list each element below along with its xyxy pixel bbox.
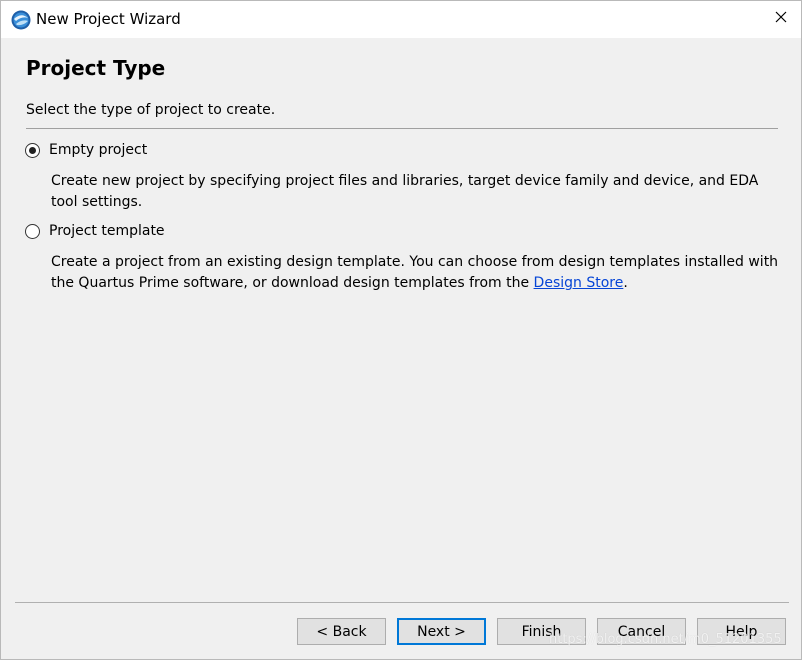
title-bar: New Project Wizard — [1, 1, 801, 38]
project-template-description-end: . — [623, 275, 628, 291]
project-template-description-text: Create a project from an existing design… — [51, 254, 779, 291]
empty-project-option[interactable]: Empty project — [25, 142, 147, 158]
page-subtitle: Select the type of project to create. — [26, 102, 276, 118]
wizard-window: New Project Wizard Project Type Select t… — [0, 0, 802, 660]
page-title: Project Type — [26, 56, 166, 80]
footer-divider — [15, 602, 789, 603]
empty-project-radio[interactable] — [25, 142, 40, 158]
help-button[interactable]: Help — [697, 618, 786, 645]
cancel-button[interactable]: Cancel — [597, 618, 686, 645]
header-divider — [26, 128, 778, 129]
back-button[interactable]: < Back — [297, 618, 386, 645]
empty-project-description: Create new project by specifying project… — [51, 173, 759, 210]
project-template-option[interactable]: Project template — [25, 223, 165, 239]
project-template-description: Create a project from an existing design… — [51, 252, 781, 294]
close-icon — [775, 11, 787, 27]
finish-button[interactable]: Finish — [497, 618, 586, 645]
project-template-label: Project template — [49, 223, 165, 239]
next-button[interactable]: Next > — [397, 618, 486, 645]
project-template-radio[interactable] — [25, 223, 40, 239]
design-store-link[interactable]: Design Store — [534, 275, 624, 291]
close-button[interactable] — [765, 5, 797, 33]
empty-project-label: Empty project — [49, 142, 148, 158]
quartus-logo-icon — [11, 10, 31, 30]
window-title: New Project Wizard — [36, 10, 181, 28]
